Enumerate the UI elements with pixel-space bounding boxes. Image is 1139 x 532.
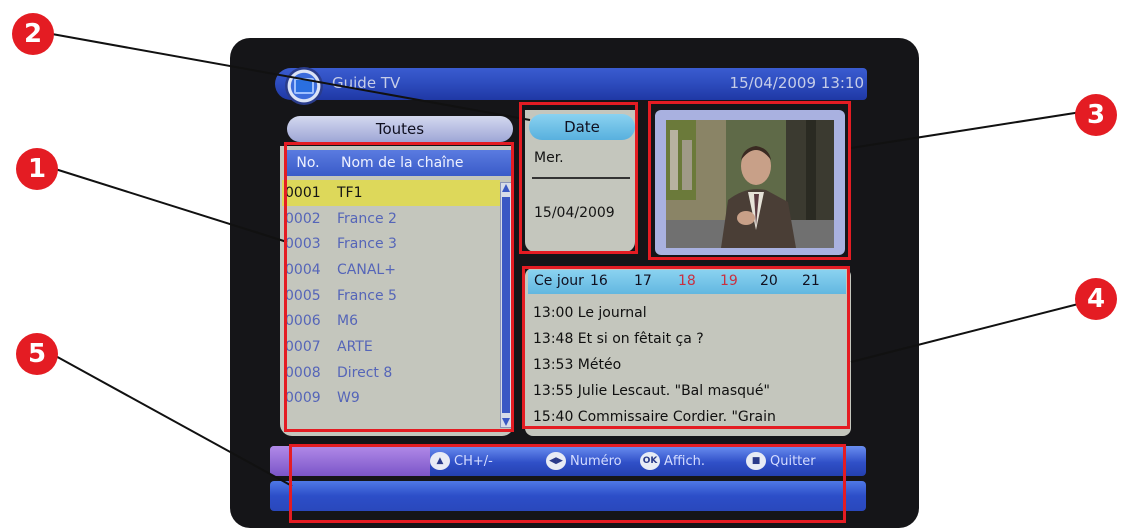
- highlight-box-4: [522, 266, 850, 429]
- callout-badge: 3: [1075, 94, 1117, 136]
- callout-badge: 2: [12, 13, 54, 55]
- callout-badge: 1: [16, 148, 58, 190]
- highlight-box-5: [289, 444, 846, 523]
- callout-badge: 4: [1075, 278, 1117, 320]
- highlight-box-2: [519, 102, 638, 254]
- highlight-box-1: [284, 142, 514, 432]
- callout-badge: 5: [16, 333, 58, 375]
- highlight-box-3: [648, 101, 851, 260]
